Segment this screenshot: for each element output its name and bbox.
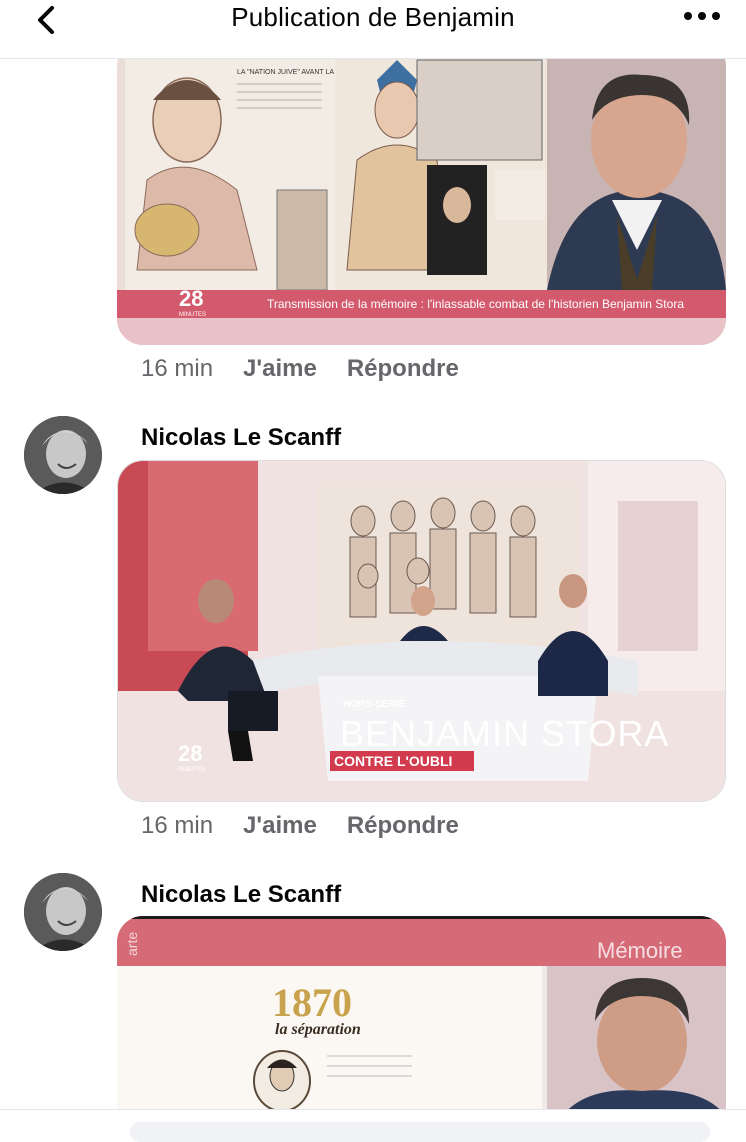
more-horizontal-icon[interactable]	[682, 6, 722, 26]
author-name[interactable]: Nicolas Le Scanff	[141, 881, 341, 909]
reply-button[interactable]: Répondre	[347, 355, 459, 382]
top-bar: Publication de Benjamin	[0, 0, 746, 59]
channel-logo-sub: MINUTES	[179, 312, 206, 318]
comment-time: 16 min	[141, 355, 214, 382]
comment-image[interactable]: HORS-SÉRIE BENJAMIN STORA CONTRE L'OUBLI…	[117, 460, 726, 802]
comment-time: 16 min	[141, 812, 214, 839]
show-tag: CONTRE L'OUBLI	[334, 753, 452, 769]
channel-logo: 28	[178, 741, 202, 766]
channel-logo-sub: MINUTES	[178, 767, 205, 773]
show-kicker: HORS-SÉRIE	[343, 697, 406, 710]
channel-logo: 28	[179, 286, 203, 311]
author-name[interactable]: Nicolas Le Scanff	[141, 424, 341, 452]
comment-composer	[0, 1109, 746, 1142]
like-button[interactable]: J'aime	[243, 812, 317, 839]
comment-image[interactable]: LA "NATION JUIVE" AVANT LA CONQUÊTE FRAN…	[117, 40, 726, 345]
like-button[interactable]: J'aime	[243, 355, 317, 382]
video-caption: Transmission de la mémoire : l'inlassabl…	[267, 297, 684, 311]
page-title: Publication de Benjamin	[231, 2, 515, 32]
tv-screenshot-1870: arte Mémoire 1870 la séparation	[117, 916, 726, 1116]
comment-actions: 16 min J'aime Répondre	[141, 355, 459, 383]
avatar[interactable]	[24, 873, 102, 951]
year-heading: 1870	[272, 980, 352, 1025]
comment-image[interactable]: arte Mémoire 1870 la séparation	[117, 916, 726, 1116]
comment-input[interactable]	[130, 1122, 710, 1142]
tv-screenshot-book: LA "NATION JUIVE" AVANT LA CONQUÊTE FRAN…	[117, 40, 726, 345]
reply-button[interactable]: Répondre	[347, 812, 459, 839]
corner-text: Mémoire	[597, 938, 683, 963]
channel-side-text: arte	[124, 932, 140, 956]
comment-actions: 16 min J'aime Répondre	[141, 812, 459, 840]
tv-studio-screenshot: HORS-SÉRIE BENJAMIN STORA CONTRE L'OUBLI…	[118, 461, 725, 801]
year-subtitle: la séparation	[275, 1021, 361, 1038]
show-headline: BENJAMIN STORA	[340, 713, 669, 754]
avatar[interactable]	[24, 416, 102, 494]
